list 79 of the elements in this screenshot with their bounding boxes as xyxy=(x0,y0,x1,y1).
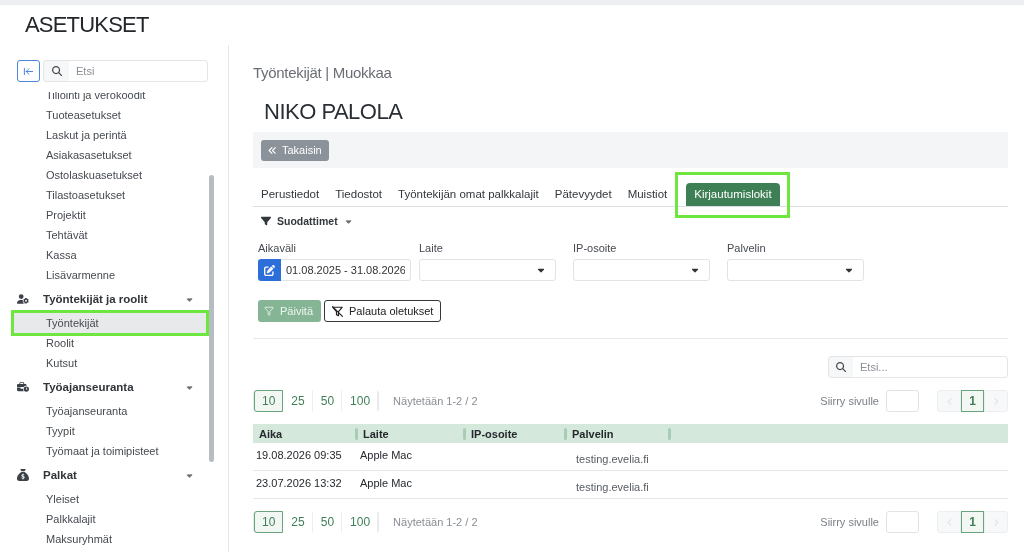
tab[interactable]: Pätevyydet xyxy=(546,183,620,206)
sidebar-item[interactable]: Lisävarmenne xyxy=(14,265,206,285)
table-cell-text: testing.evelia.fi xyxy=(575,452,650,466)
page-size-button[interactable]: 10 xyxy=(254,511,284,533)
sidebar-item[interactable]: Työajanseuranta xyxy=(14,401,206,421)
user-gear-icon xyxy=(17,293,29,305)
table-cell-text: Apple Mac xyxy=(359,476,413,490)
sidebar-item[interactable]: Yleiset xyxy=(14,489,206,509)
sidebar-item[interactable]: Tehtävät xyxy=(14,225,206,245)
sidebar-item[interactable]: Kassa xyxy=(14,245,206,265)
collapse-sidebar-button[interactable] xyxy=(17,60,40,82)
table-cell-text: 23.07.2026 13:32 xyxy=(255,476,343,490)
filter-slash-icon xyxy=(332,305,344,317)
sidebar-item[interactable]: Työntekijät xyxy=(14,313,206,333)
tab[interactable]: Muistiot xyxy=(619,183,676,206)
column-header[interactable]: IP-osoite xyxy=(463,424,564,443)
tab[interactable]: Kirjautumislokit xyxy=(686,183,780,206)
arrow-to-line-icon xyxy=(23,65,34,77)
column-header[interactable]: Aika xyxy=(253,424,355,443)
page-title: ASETUKSET xyxy=(25,11,149,39)
sidebar-item[interactable]: Maksuryhmät xyxy=(14,529,206,549)
scrollbar-thumb[interactable] xyxy=(209,175,214,462)
page-heading: Työntekijät | Muokkaa xyxy=(253,63,392,83)
sidebar-group-header[interactable]: Työntekijät ja roolit xyxy=(0,287,206,311)
sidebar-item[interactable]: Työmaat ja toimipisteet xyxy=(14,441,206,461)
filter-icon xyxy=(261,216,271,226)
field-label: IP-osoite xyxy=(573,241,617,255)
results-summary: Näytetään 1-2 / 2 xyxy=(393,516,478,528)
page-number-field[interactable] xyxy=(886,511,919,533)
double-chevron-left-icon xyxy=(268,145,277,155)
go-to-page-label: Siirry sivulle xyxy=(820,395,879,407)
field-label: Aikaväli xyxy=(258,241,296,255)
tab[interactable]: Tiedostot xyxy=(327,183,391,206)
sidebar-item[interactable]: Laskut ja perintä xyxy=(14,125,206,145)
sidebar-item[interactable]: Roolit xyxy=(14,333,206,353)
column-header[interactable]: Laite xyxy=(355,424,463,443)
sidebar-group-header[interactable]: Palkat xyxy=(0,463,206,487)
sidebar-item[interactable]: Ostolaskuasetukset xyxy=(14,165,206,185)
table-cell-text: testing.evelia.fi xyxy=(575,480,650,494)
tab[interactable]: Perustiedot xyxy=(253,183,328,206)
sidebar-item[interactable]: Tiliöinti ja verokoodit xyxy=(14,92,206,105)
page-button[interactable]: 1 xyxy=(961,511,984,533)
sidebar-item[interactable]: Projektit xyxy=(14,205,206,225)
edit-icon xyxy=(264,264,275,276)
dropdown-field[interactable] xyxy=(573,259,710,281)
page-size-button[interactable]: 100 xyxy=(342,511,379,533)
sidebar-item[interactable]: Tilastoasetukset xyxy=(14,185,206,205)
page-size-button[interactable]: 10 xyxy=(254,390,284,412)
table-cell-text: Apple Mac xyxy=(359,448,413,462)
employee-name: NIKO PALOLA xyxy=(264,98,403,126)
tab[interactable]: Työntekijän omat palkkalajit xyxy=(390,183,547,206)
column-header[interactable]: Palvelin xyxy=(564,424,668,443)
sidebar-item[interactable]: Asiakasasetukset xyxy=(14,145,206,165)
filter-icon xyxy=(264,306,274,316)
page-size-button[interactable]: 25 xyxy=(283,390,313,412)
page-size-button[interactable]: 50 xyxy=(312,511,343,533)
sidebar-item[interactable]: Kutsut xyxy=(14,353,206,373)
table-cell-text: 19.08.2026 09:35 xyxy=(255,448,343,462)
page-size-button[interactable]: 25 xyxy=(283,511,313,533)
edit-button[interactable] xyxy=(258,259,281,281)
sidebar-item[interactable]: Palkkalajit xyxy=(14,509,206,529)
date-range-field[interactable]: 01.08.2025 - 31.08.2026 xyxy=(281,259,411,281)
sidebar-group-header[interactable]: Työajanseuranta xyxy=(0,375,206,399)
filters-toggle[interactable]: Suodattimet xyxy=(253,214,353,228)
briefcase-clock-icon xyxy=(17,381,29,393)
page-size-button[interactable]: 50 xyxy=(312,390,343,412)
page-size-button[interactable]: 100 xyxy=(342,390,379,412)
reset-defaults-button[interactable]: Palauta oletukset xyxy=(324,300,442,322)
money-bag-icon xyxy=(17,469,29,481)
dropdown-field[interactable] xyxy=(727,259,864,281)
sidebar-item[interactable]: Tuoteasetukset xyxy=(14,105,206,125)
page-number-field[interactable] xyxy=(886,390,919,412)
field-label: Palvelin xyxy=(727,241,766,255)
sidebar-item[interactable]: Tyypit xyxy=(14,421,206,441)
page-button[interactable]: 1 xyxy=(961,390,984,412)
dropdown-field[interactable] xyxy=(419,259,556,281)
field-label: Laite xyxy=(419,241,443,255)
results-summary: Näytetään 1-2 / 2 xyxy=(393,395,478,407)
go-to-page-label: Siirry sivulle xyxy=(820,516,879,528)
